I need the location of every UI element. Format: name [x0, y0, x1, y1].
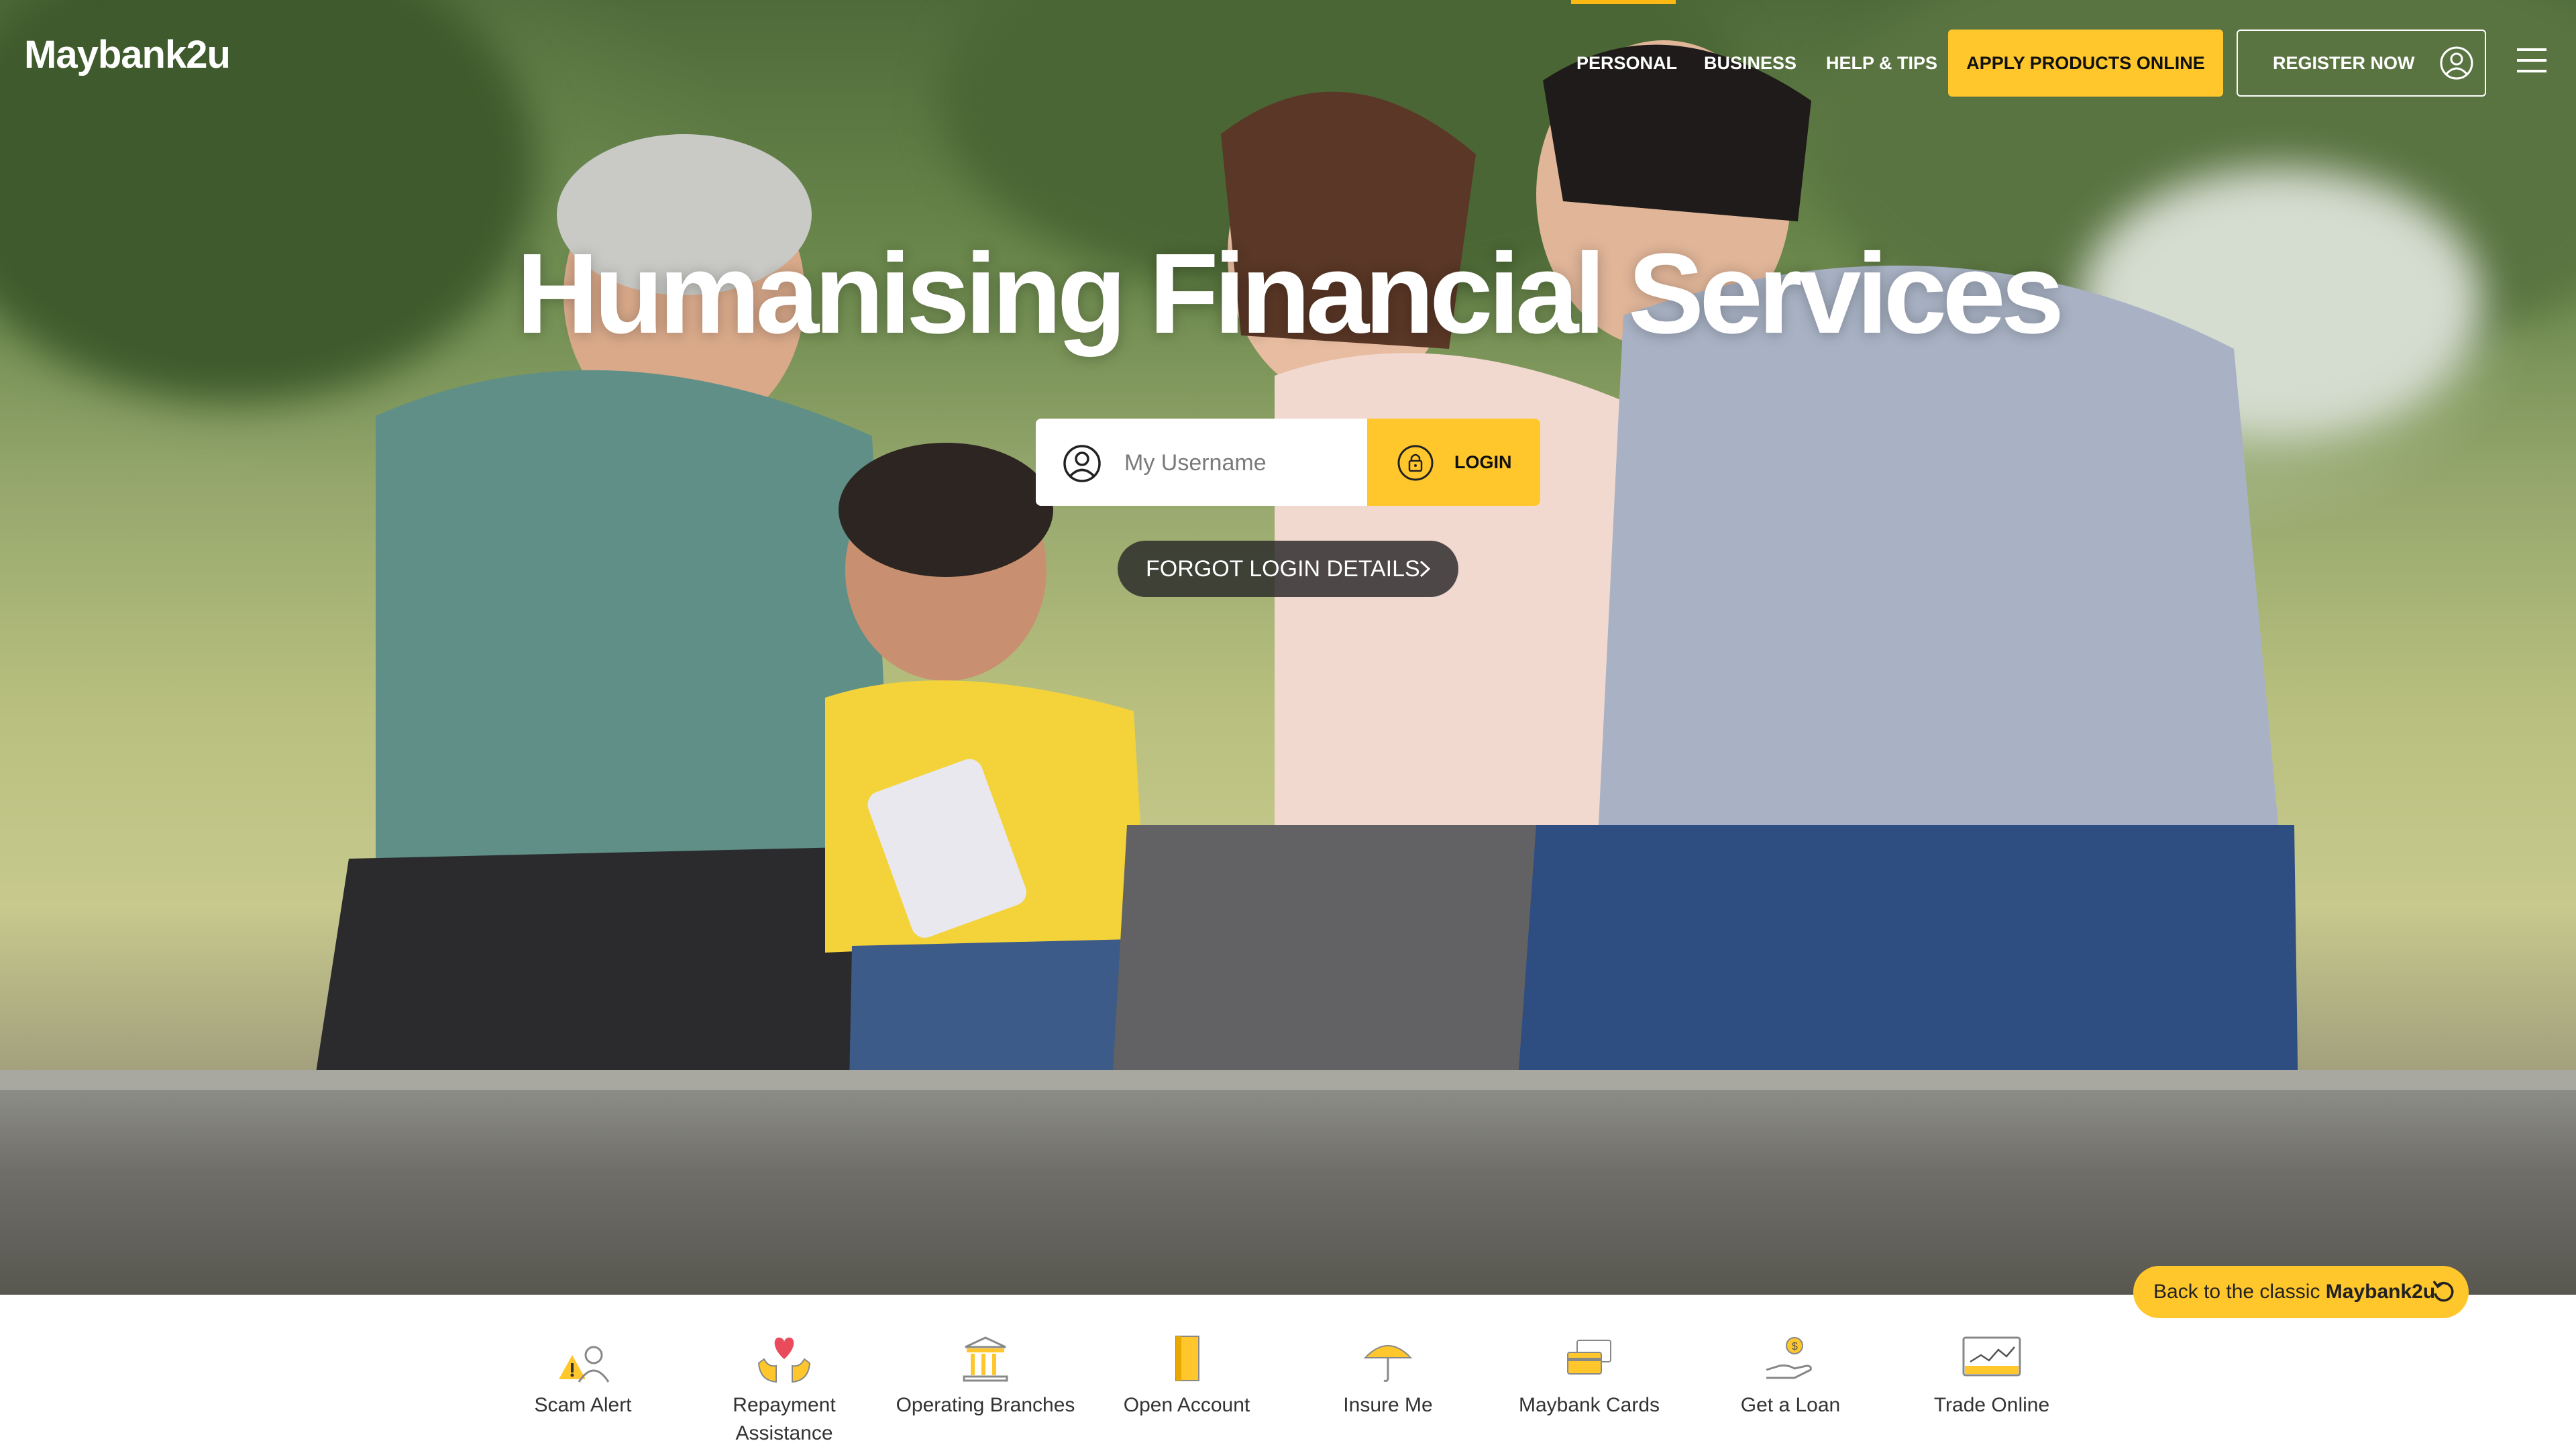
- login-label: LOGIN: [1454, 452, 1512, 472]
- undo-arrow-icon: [2432, 1280, 2454, 1302]
- forgot-login-details-button[interactable]: FORGOT LOGIN DETAILS: [1118, 541, 1458, 597]
- username-field[interactable]: [1036, 419, 1367, 506]
- trade-chart-monitor-icon: [1962, 1336, 2021, 1377]
- chevron-right-icon: [1419, 560, 1431, 578]
- quick-link-get-a-loan[interactable]: $ Get a Loan: [1693, 1295, 1888, 1449]
- padlock-icon: [1397, 445, 1434, 481]
- user-circle-icon: [1063, 445, 1101, 482]
- stone-bench: [0, 1090, 2576, 1295]
- quick-link-open-account[interactable]: Open Account: [1089, 1295, 1284, 1449]
- quick-link-scam-alert[interactable]: Scam Alert: [486, 1295, 680, 1449]
- loan-hand-coin-icon: $: [1766, 1337, 1812, 1379]
- umbrella-icon: [1363, 1345, 1413, 1382]
- quick-link-label: Repayment Assistance: [733, 1394, 836, 1444]
- nav-personal[interactable]: PERSONAL: [1571, 0, 1677, 97]
- maybank2u-logo[interactable]: Maybank2u: [24, 32, 231, 77]
- quick-link-maybank-cards[interactable]: Maybank Cards: [1492, 1295, 1686, 1449]
- classic-brand: Maybank2u: [2325, 1281, 2436, 1303]
- bank-building-icon: [963, 1336, 1008, 1382]
- login-button[interactable]: LOGIN: [1367, 419, 1540, 506]
- user-circle-icon: [2440, 46, 2473, 80]
- hamburger-menu-icon[interactable]: [2517, 47, 2546, 74]
- nav-business[interactable]: BUSINESS: [1704, 30, 1796, 97]
- quick-link-label: Maybank Cards: [1518, 1394, 1660, 1416]
- login-form: LOGIN: [1036, 419, 1540, 506]
- username-input[interactable]: [1123, 442, 1354, 484]
- apply-products-label: APPLY PRODUCTS ONLINE: [1966, 53, 2205, 73]
- hero-background: [0, 0, 2576, 1295]
- quick-link-label: Trade Online: [1933, 1394, 2050, 1416]
- repayment-heart-hands-icon: [757, 1337, 811, 1383]
- scam-alert-icon: [559, 1346, 610, 1383]
- nav-business-label: BUSINESS: [1704, 53, 1797, 73]
- quick-link-label: Get a Loan: [1740, 1394, 1841, 1416]
- register-now-label: REGISTER NOW: [2273, 53, 2415, 73]
- apply-products-online-button[interactable]: APPLY PRODUCTS ONLINE: [1948, 30, 2223, 97]
- quick-link-label: Insure Me: [1343, 1394, 1433, 1416]
- svg-text:$: $: [1792, 1341, 1798, 1352]
- nav-personal-label: PERSONAL: [1576, 53, 1678, 73]
- quick-link-label: Scam Alert: [534, 1394, 632, 1416]
- back-to-classic-button[interactable]: Back to the classic Maybank2u: [2133, 1266, 2469, 1318]
- hero-headline: Humanising Financial Services: [516, 230, 2065, 358]
- quick-link-label: Operating Branches: [896, 1394, 1075, 1416]
- quick-link-insure-me[interactable]: Insure Me: [1291, 1295, 1485, 1449]
- forgot-login-label: FORGOT LOGIN DETAILS: [1146, 556, 1420, 582]
- quick-link-label: Open Account: [1123, 1394, 1250, 1416]
- register-now-button[interactable]: REGISTER NOW: [2237, 30, 2486, 97]
- classic-prefix: Back to the classic: [2153, 1281, 2326, 1303]
- quick-link-trade-online[interactable]: Trade Online: [1894, 1295, 2089, 1449]
- credit-cards-icon: [1567, 1340, 1611, 1375]
- quick-link-repayment-assistance[interactable]: Repayment Assistance: [687, 1295, 881, 1449]
- nav-help-tips-label: HELP & TIPS: [1826, 53, 1938, 73]
- open-account-book-icon: [1175, 1336, 1199, 1381]
- quick-link-operating-branches[interactable]: Operating Branches: [888, 1295, 1083, 1449]
- bench-top: [0, 1070, 2576, 1090]
- nav-help-tips[interactable]: HELP & TIPS: [1826, 30, 1937, 97]
